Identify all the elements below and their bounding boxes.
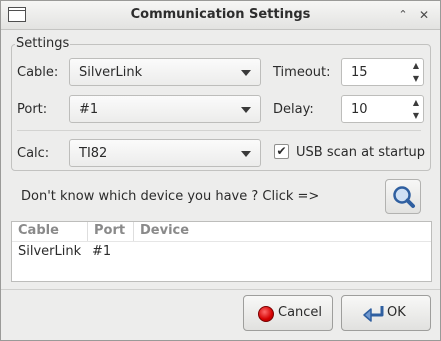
port-label: Port:	[17, 102, 48, 117]
delay-value: 10	[351, 102, 368, 117]
timeout-decrease-icon[interactable]: ▼	[409, 72, 423, 85]
close-button[interactable]: ✕	[415, 6, 433, 24]
cable-label: Cable:	[17, 65, 59, 80]
row-cable-cell: SilverLink	[18, 244, 82, 259]
chevron-down-icon	[241, 107, 251, 113]
cable-combobox[interactable]: SilverLink	[69, 58, 261, 86]
calc-combobox[interactable]: TI82	[69, 139, 261, 167]
window-title: Communication Settings	[130, 7, 311, 22]
calc-value: TI82	[79, 146, 108, 161]
enter-arrow-icon	[363, 306, 384, 322]
cable-value: SilverLink	[79, 65, 143, 80]
button-separator	[1, 289, 440, 290]
column-header-port[interactable]: Port	[88, 222, 134, 241]
ok-button[interactable]: OK	[341, 295, 431, 331]
ok-button-label: OK	[387, 305, 406, 320]
cancel-button[interactable]: Cancel	[243, 295, 333, 331]
probe-hint-text: Don't know which device you have ? Click…	[21, 189, 320, 204]
header-divider	[12, 241, 431, 242]
device-list[interactable]: Cable Port Device SilverLink #1	[11, 221, 432, 282]
delay-decrease-icon[interactable]: ▼	[409, 109, 423, 122]
settings-group-title: Settings	[15, 36, 71, 51]
communication-settings-dialog: Communication Settings ⌃ ✕ Settings Cabl…	[0, 0, 441, 341]
shade-button[interactable]: ⌃	[394, 6, 412, 24]
magnifier-icon	[393, 186, 415, 208]
timeout-label: Timeout:	[273, 65, 331, 80]
timeout-spinbox[interactable]: 15 ▲ ▼	[341, 58, 424, 86]
column-header-cable[interactable]: Cable	[12, 222, 88, 241]
port-combobox[interactable]: #1	[69, 95, 261, 123]
cancel-button-label: Cancel	[278, 305, 323, 320]
calc-label: Calc:	[17, 146, 50, 161]
delay-increase-icon[interactable]: ▲	[409, 96, 423, 109]
row-port-cell: #1	[92, 244, 112, 259]
stop-icon	[258, 306, 274, 322]
column-header-device[interactable]: Device	[134, 222, 431, 241]
titlebar[interactable]: Communication Settings ⌃ ✕	[1, 1, 440, 30]
timeout-increase-icon[interactable]: ▲	[409, 59, 423, 72]
usb-scan-checkbox[interactable]: ✔	[274, 144, 289, 159]
timeout-value: 15	[351, 65, 368, 80]
chevron-down-icon	[241, 70, 251, 76]
usb-scan-label[interactable]: USB scan at startup	[296, 145, 425, 160]
chevron-down-icon	[241, 151, 251, 157]
port-value: #1	[79, 102, 99, 117]
delay-spinbox[interactable]: 10 ▲ ▼	[341, 95, 424, 123]
delay-label: Delay:	[273, 102, 314, 117]
probe-search-button[interactable]	[385, 179, 421, 214]
settings-separator	[17, 130, 421, 131]
